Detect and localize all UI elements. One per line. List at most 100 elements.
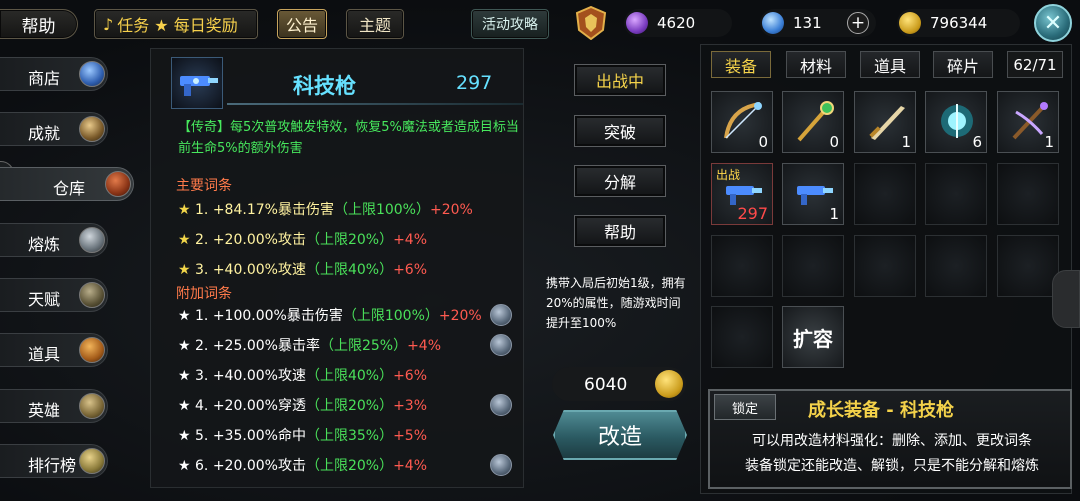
affix-upgrade: +20% <box>438 308 482 324</box>
gold-coin-icon <box>899 12 921 34</box>
info-line-1: 可以用改造材料强化：删除、添加、更改词条 <box>752 433 1032 449</box>
affix-index: 3. <box>195 368 209 384</box>
affix-index: 5. <box>195 428 209 444</box>
diamond-value: 131 <box>793 14 822 32</box>
affix-upgrade: +4% <box>393 458 428 474</box>
inventory-slot[interactable]: 6 <box>925 91 987 153</box>
dismantle-button[interactable]: 分解 <box>574 165 666 197</box>
nav-smelt[interactable]: 熔炼 <box>0 223 108 257</box>
tab-items[interactable]: 道具 <box>860 51 920 78</box>
inventory-slot[interactable]: 0 <box>711 91 773 153</box>
theme-label: 主题 <box>358 16 391 35</box>
tab-materials[interactable]: 材料 <box>786 51 846 78</box>
nav-leaderboard[interactable]: 排行榜 <box>0 444 108 478</box>
star-icon: ★ <box>178 202 191 218</box>
nav-label: 英雄 <box>28 401 61 420</box>
tech-gun-icon <box>171 57 223 109</box>
breakthrough-button[interactable]: 突破 <box>574 115 666 147</box>
empty-slot[interactable] <box>925 235 987 297</box>
add-diamond-button[interactable]: + <box>847 12 869 34</box>
tab-label: 道具 <box>873 56 906 76</box>
affix-index: 1. <box>195 202 209 218</box>
tab-label: 材料 <box>799 56 832 76</box>
lock-button[interactable]: 锁定 <box>714 394 776 420</box>
affix-index: 3. <box>195 262 209 278</box>
nav-warehouse[interactable]: 仓库 <box>0 167 134 201</box>
empty-slot[interactable] <box>782 235 844 297</box>
item-help-button[interactable]: 帮助 <box>574 215 666 247</box>
inventory-slot[interactable]: 0 <box>782 91 844 153</box>
lock-icon[interactable] <box>490 454 512 476</box>
tab-label: 碎片 <box>946 56 979 76</box>
affix-cap: （上限40%） <box>305 262 394 278</box>
star-icon: ★ <box>178 368 191 384</box>
daily-task-button[interactable]: ♪ 任务 ★ 每日奖励 <box>94 9 258 39</box>
star-icon: ★ <box>178 428 191 444</box>
floating-assistant-handle[interactable] <box>1052 270 1080 328</box>
event-guide-button[interactable]: 活动攻略 <box>471 9 549 39</box>
nav-achievement[interactable]: 成就 <box>0 112 108 146</box>
close-button[interactable]: ✕ <box>1034 4 1072 42</box>
info-title: 成长装备 - 科技枪 <box>808 400 955 421</box>
music-note-icon: ♪ <box>103 14 114 34</box>
empty-slot[interactable] <box>925 163 987 225</box>
nav-talent[interactable]: 天赋 <box>0 278 108 312</box>
legendary-effect-text: 【传奇】每5次普攻触发特效，恢复5%魔法或者造成目标当前生命5%的额外伤害 <box>178 120 519 156</box>
affix-upgrade: +3% <box>393 398 428 414</box>
inventory-slot[interactable]: 1 <box>854 91 916 153</box>
game-screen: { "topbar": { "help": "帮助", "task": "任务 … <box>0 0 1080 501</box>
gem-value: 4620 <box>657 14 696 32</box>
lock-label: 锁定 <box>731 401 758 417</box>
reforge-button[interactable]: 改造 <box>553 410 687 460</box>
hero-icon <box>79 393 105 419</box>
affix-cap: （上限35%） <box>305 428 394 444</box>
header-divider <box>227 103 523 105</box>
inventory-slot[interactable]: 1 <box>997 91 1059 153</box>
affix-upgrade: +4% <box>407 338 442 354</box>
tab-fragments[interactable]: 碎片 <box>933 51 993 78</box>
inventory-slot[interactable]: 1 <box>782 163 844 225</box>
inventory-count: 62/71 <box>1007 51 1063 78</box>
empty-slot[interactable] <box>997 235 1059 297</box>
empty-slot[interactable] <box>854 163 916 225</box>
task-label: 任务 ★ 每日奖励 <box>117 16 238 35</box>
empty-slot[interactable] <box>997 163 1059 225</box>
affix-index: 2. <box>195 232 209 248</box>
help-label: 帮助 <box>21 16 56 37</box>
affix-cap: （上限20%） <box>305 458 394 474</box>
empty-slot[interactable] <box>711 306 773 368</box>
notice-button[interactable]: 公告 <box>277 9 327 39</box>
rank-emblem-icon[interactable] <box>575 6 607 40</box>
theme-button[interactable]: 主题 <box>346 9 404 39</box>
expand-inventory-button[interactable]: 扩容 <box>782 306 844 368</box>
star-icon: ★ <box>178 338 191 354</box>
affix-upgrade: +5% <box>393 428 428 444</box>
tab-equipment[interactable]: 装备 <box>711 51 771 78</box>
gold-value: 796344 <box>930 14 988 32</box>
empty-slot[interactable] <box>711 235 773 297</box>
help-button[interactable]: 帮助 <box>0 9 78 39</box>
nav-hero[interactable]: 英雄 <box>0 389 108 423</box>
nav-label: 商店 <box>28 69 61 88</box>
nav-label: 熔炼 <box>28 235 61 254</box>
inventory-slot-equipped[interactable]: 出战 297 <box>711 163 773 225</box>
extra-affix-row: ★ 3. +40.00%攻速（上限40%）+6% <box>178 365 427 385</box>
lock-icon[interactable] <box>490 304 512 326</box>
affix-index: 2. <box>195 338 209 354</box>
main-affix-row: ★ 3. +40.00%攻速（上限40%）+6% <box>178 259 427 279</box>
main-affix-title: 主要词条 <box>176 178 232 194</box>
affix-text: +84.17%暴击伤害 <box>212 202 334 218</box>
star-icon: ★ <box>178 308 191 324</box>
nav-items[interactable]: 道具 <box>0 333 108 367</box>
lock-icon[interactable] <box>490 394 512 416</box>
purple-gem-icon <box>626 12 648 34</box>
lock-icon[interactable] <box>490 334 512 356</box>
empty-slot[interactable] <box>854 235 916 297</box>
item-power: 297 <box>456 72 493 94</box>
extra-affix-row: ★ 1. +100.00%暴击伤害（上限100%）+20% <box>178 305 482 325</box>
affix-upgrade: +6% <box>393 368 428 384</box>
deployed-button[interactable]: 出战中 <box>574 64 666 96</box>
extra-affix-row: ★ 5. +35.00%命中（上限35%）+5% <box>178 425 427 445</box>
star-icon: ★ <box>178 458 191 474</box>
nav-shop[interactable]: 商店 <box>0 57 108 91</box>
